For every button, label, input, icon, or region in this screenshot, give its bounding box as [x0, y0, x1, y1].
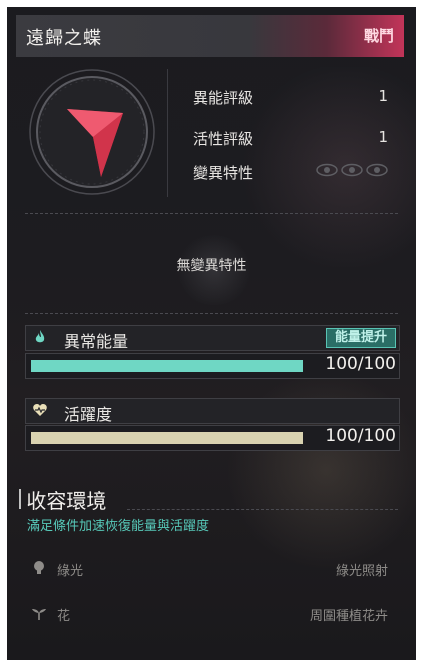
stat-label: 異能評級: [193, 89, 254, 107]
divider: [25, 213, 398, 214]
header-bar: 遠歸之蝶 戰鬥: [16, 15, 404, 57]
condition-requirement: 綠光照射: [335, 564, 388, 579]
stat-value: 1: [378, 128, 388, 146]
vitality-track: [31, 432, 303, 444]
eye-icon: [316, 163, 338, 177]
energy-fill: [31, 360, 303, 372]
vitality-value: 100/100: [325, 426, 396, 446]
no-trait-text: 無變異特性: [176, 258, 247, 274]
stat-label: 活性評級: [193, 130, 254, 148]
creature-panel: 遠歸之蝶 戰鬥 異能評級 1 活性評級 1 變異特性 無變異特性 異常能量 能量…: [7, 7, 416, 660]
vitality-label: 活躍度: [64, 405, 113, 424]
vitality-fill: [31, 432, 303, 444]
activity-rating-row: 活性評級 1: [193, 128, 388, 152]
energy-track: [31, 360, 303, 372]
energy-boost-button[interactable]: 能量提升: [325, 328, 396, 348]
energy-bar: 100/100: [25, 353, 400, 379]
energy-label: 異常能量: [64, 332, 129, 351]
stat-value: 1: [378, 87, 388, 105]
eye-icon: [366, 163, 388, 177]
flame-icon: [35, 330, 45, 343]
condition-row: 綠光 綠光照射: [25, 559, 398, 581]
vitality-bar: 100/100: [25, 425, 400, 451]
stat-label: 變異特性: [193, 164, 254, 182]
energy-value: 100/100: [325, 354, 396, 374]
condition-name: 綠光: [57, 564, 84, 579]
butterfly-emblem-icon: [27, 67, 157, 197]
ability-rating-row: 異能評級 1: [193, 87, 388, 111]
type-badge: 戰鬥: [363, 27, 394, 45]
condition-requirement: 周圍種植花卉: [309, 609, 388, 624]
sprout-icon: [32, 609, 46, 620]
condition-row: 花 周圍種植花卉: [25, 604, 398, 626]
eye-icon: [341, 163, 363, 177]
divider: [25, 313, 398, 314]
divider: [127, 509, 398, 510]
mutation-trait-row: 變異特性: [193, 162, 388, 186]
bulb-icon: [34, 561, 44, 574]
condition-name: 花: [57, 609, 71, 624]
heartbeat-icon: [33, 404, 47, 416]
divider: [167, 69, 168, 197]
trait-slots: [316, 163, 388, 177]
energy-header: 異常能量 能量提升: [25, 325, 400, 351]
creature-name: 遠歸之蝶: [26, 28, 102, 49]
vitality-header: 活躍度: [25, 398, 400, 424]
containment-subtitle: 滿足條件加速恢復能量與活躍度: [27, 519, 210, 534]
containment-title: 收容環境: [26, 489, 107, 513]
